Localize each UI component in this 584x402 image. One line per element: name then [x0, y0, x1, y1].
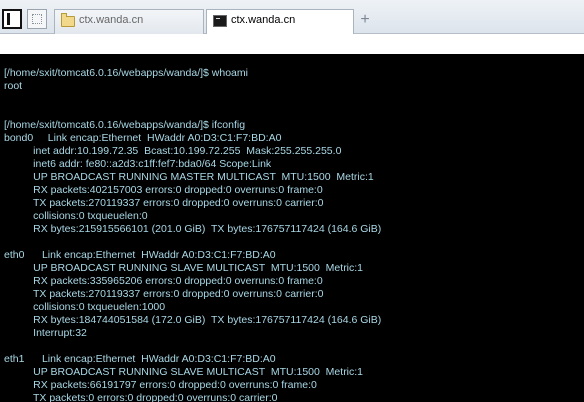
window-panel-icon[interactable] [2, 9, 22, 29]
terminal-line: UP BROADCAST RUNNING MASTER MULTICAST MT… [4, 171, 374, 183]
terminal-line: eth0 Link encap:Ethernet HWaddr A0:D3:C1… [4, 249, 276, 261]
terminal-line: [/home/sxit/tomcat6.0.16/webapps/wanda/]… [4, 67, 248, 79]
tab-ctx-wanda-folder[interactable]: ctx.wanda.cn [54, 9, 204, 34]
terminal-line: RX bytes:184744051584 (172.0 GiB) TX byt… [4, 314, 382, 326]
terminal-line: [/home/sxit/tomcat6.0.16/webapps/wanda/]… [4, 119, 246, 131]
tab-bar: ctx.wanda.cn ctx.wanda.cn + [0, 0, 584, 35]
tab-list-icon[interactable] [27, 9, 47, 29]
tab-label: ctx.wanda.cn [231, 14, 296, 26]
folder-icon [61, 13, 75, 27]
terminal-line: eth1 Link encap:Ethernet HWaddr A0:D3:C1… [4, 353, 276, 365]
terminal-line: TX packets:0 errors:0 dropped:0 overruns… [4, 392, 278, 402]
terminal-line: collisions:0 txqueuelen:0 [4, 210, 148, 222]
new-tab-button[interactable]: + [358, 10, 372, 30]
terminal-line: Interrupt:32 [4, 327, 87, 339]
terminal-line: UP BROADCAST RUNNING SLAVE MULTICAST MTU… [4, 366, 364, 378]
terminal-line: root [4, 80, 23, 92]
terminal-line: RX packets:66191797 errors:0 dropped:0 o… [4, 379, 317, 391]
terminal-output[interactable]: [/home/sxit/tomcat6.0.16/webapps/wanda/]… [0, 54, 584, 402]
terminal-line: TX packets:270119337 errors:0 dropped:0 … [4, 288, 324, 300]
terminal-line: RX bytes:215915566101 (201.0 GiB) TX byt… [4, 223, 382, 235]
tab-pane-top-strip [0, 34, 584, 54]
terminal-line: bond0 Link encap:Ethernet HWaddr A0:D3:C… [4, 132, 282, 144]
terminal-line: inet6 addr: fe80::a2d3:c1ff:fef7:bda0/64… [4, 158, 272, 170]
terminal-line: collisions:0 txqueuelen:1000 [4, 301, 166, 313]
terminal-line: TX packets:270119337 errors:0 dropped:0 … [4, 197, 324, 209]
tab-label: ctx.wanda.cn [79, 14, 144, 26]
terminal-line: RX packets:402157003 errors:0 dropped:0 … [4, 184, 323, 196]
tab-ctx-wanda-terminal[interactable]: ctx.wanda.cn [206, 9, 354, 35]
terminal-lines: [/home/sxit/tomcat6.0.16/webapps/wanda/]… [4, 67, 381, 402]
terminal-line: UP BROADCAST RUNNING SLAVE MULTICAST MTU… [4, 262, 364, 274]
terminal-icon [213, 15, 227, 27]
terminal-line: RX packets:335965206 errors:0 dropped:0 … [4, 275, 323, 287]
terminal-line: inet addr:10.199.72.35 Bcast:10.199.72.2… [4, 145, 342, 157]
terminal-window: ctx.wanda.cn ctx.wanda.cn + [/home/sxit/… [0, 0, 584, 402]
